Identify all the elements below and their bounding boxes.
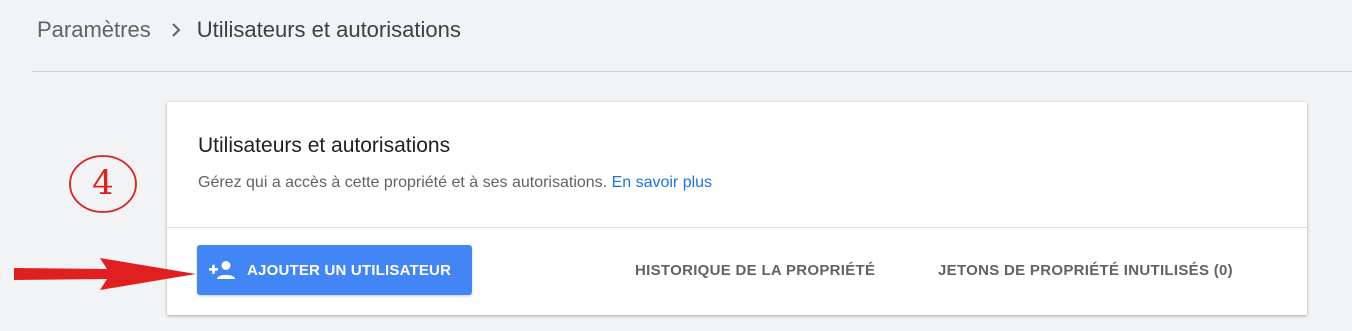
step-number-annotation: 4 [67, 153, 139, 215]
breadcrumb: Paramètres Utilisateurs et autorisations [37, 14, 461, 46]
unused-tokens-button[interactable]: JETONS DE PROPRIÉTÉ INUTILISÉS (0) [938, 262, 1233, 279]
add-user-button[interactable]: AJOUTER UN UTILISATEUR [197, 245, 472, 295]
property-history-button[interactable]: HISTORIQUE DE LA PROPRIÉTÉ [635, 262, 875, 279]
add-user-button-label: AJOUTER UN UTILISATEUR [247, 261, 452, 279]
card-description: Gérez qui a accès à cette propriété et à… [198, 174, 712, 192]
breadcrumb-settings-link[interactable]: Paramètres [37, 17, 151, 43]
users-permissions-card: Utilisateurs et autorisations Gérez qui … [167, 102, 1307, 315]
red-arrow-annotation [12, 255, 197, 293]
step-number: 4 [92, 163, 114, 203]
header-divider [32, 71, 1352, 72]
page-title: Utilisateurs et autorisations [196, 17, 461, 42]
chevron-right-icon [171, 22, 181, 38]
person-add-icon [209, 260, 237, 280]
card-divider [167, 227, 1307, 228]
learn-more-link[interactable]: En savoir plus [612, 174, 713, 191]
card-title: Utilisateurs et autorisations [198, 134, 451, 157]
card-description-text: Gérez qui a accès à cette propriété et à… [198, 174, 608, 191]
